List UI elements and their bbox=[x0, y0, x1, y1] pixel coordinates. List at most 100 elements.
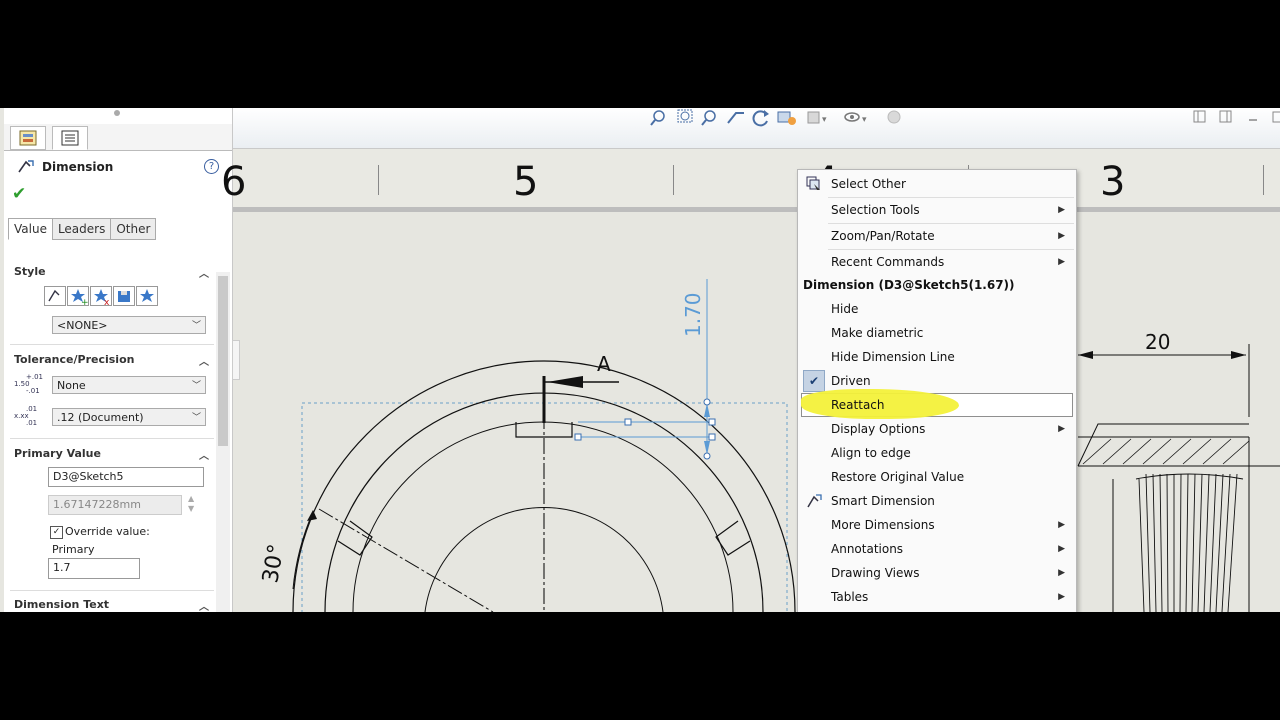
dimension-value-input: 1.67147228mm bbox=[48, 495, 182, 515]
menu-item-label: Reattach bbox=[831, 398, 885, 412]
scrollbar-thumb[interactable] bbox=[218, 276, 228, 446]
collapse-chevron-icon[interactable]: ︿ bbox=[199, 353, 209, 368]
checkmark-icon: ✔ bbox=[803, 370, 825, 392]
menu-item-hide-dimension-line[interactable]: Hide Dimension Line bbox=[798, 345, 1076, 369]
panel-scrollbar[interactable] bbox=[216, 272, 230, 612]
bore-circle[interactable] bbox=[352, 421, 734, 612]
tab-value[interactable]: Value bbox=[8, 218, 53, 240]
grip-handle[interactable] bbox=[624, 418, 632, 426]
angle-arrow bbox=[307, 510, 317, 521]
svg-text:▾: ▾ bbox=[862, 115, 867, 125]
collapse-chevron-icon[interactable]: ︿ bbox=[199, 598, 209, 612]
drawing-sheet[interactable]: 6 5 4 3 30° bbox=[221, 149, 1280, 612]
property-manager-tab[interactable] bbox=[52, 126, 88, 150]
grip-handle[interactable] bbox=[703, 452, 711, 460]
add-style-icon[interactable]: + bbox=[67, 286, 89, 306]
section-view-icon[interactable] bbox=[726, 109, 746, 127]
menu-item-label: Make diametric bbox=[831, 326, 924, 340]
grip-handle[interactable] bbox=[703, 398, 711, 406]
hide-show-icon[interactable]: ▾ bbox=[843, 109, 869, 127]
dimension-name-input[interactable]: D3@Sketch5 bbox=[48, 467, 204, 487]
selected-dimension-value[interactable]: 1.70 bbox=[681, 292, 705, 337]
view-settings-icon[interactable] bbox=[776, 109, 798, 127]
menu-item-label: Annotations bbox=[831, 542, 904, 556]
restore-icon[interactable] bbox=[1271, 110, 1280, 124]
menu-item-more-dimensions[interactable]: More Dimensions ▶ bbox=[798, 513, 1076, 537]
save-style-icon[interactable] bbox=[113, 286, 135, 306]
precision-select[interactable]: .12 (Document) ﹀ bbox=[52, 408, 206, 426]
menu-item-tables[interactable]: Tables ▶ bbox=[798, 585, 1076, 609]
menu-item-align-to-edge[interactable]: Align to edge bbox=[798, 441, 1076, 465]
menu-item-annotations[interactable]: Annotations ▶ bbox=[798, 537, 1076, 561]
apply-style-icon[interactable] bbox=[44, 286, 66, 306]
menu-item-display-options[interactable]: Display Options ▶ bbox=[798, 417, 1076, 441]
dimension-text-section-header[interactable]: Dimension Text ︿ bbox=[14, 598, 209, 612]
display-style-icon[interactable]: ▾ bbox=[805, 109, 829, 127]
angle-dimension[interactable]: 30° bbox=[258, 542, 289, 585]
tab-leaders[interactable]: Leaders bbox=[51, 218, 112, 240]
window-split-left-icon[interactable] bbox=[1193, 110, 1207, 124]
load-style-icon[interactable] bbox=[136, 286, 158, 306]
menu-item-restore-original-value[interactable]: Restore Original Value bbox=[798, 465, 1076, 489]
submenu-arrow-icon: ▶ bbox=[1058, 424, 1065, 434]
override-checkbox[interactable]: ✓ bbox=[50, 526, 63, 539]
property-list-icon bbox=[61, 130, 79, 146]
feature-manager-tab[interactable] bbox=[10, 126, 46, 150]
dimension-icon bbox=[18, 160, 34, 173]
primary-value-section-header[interactable]: Primary Value ︿ bbox=[14, 447, 209, 462]
heads-up-toolbar: ▾ ▾ bbox=[233, 108, 1280, 149]
override-label: Override value: bbox=[65, 525, 150, 538]
accept-button[interactable]: ✔ bbox=[12, 184, 26, 204]
delete-style-icon[interactable]: x bbox=[90, 286, 112, 306]
collapse-chevron-icon[interactable]: ︿ bbox=[199, 447, 209, 462]
spin-down-icon: ▼ bbox=[188, 504, 195, 513]
zoom-to-fit-icon[interactable] bbox=[650, 109, 670, 127]
select-other-icon bbox=[806, 176, 822, 192]
menu-item-make-diametric[interactable]: Make diametric bbox=[798, 321, 1076, 345]
collapse-chevron-icon[interactable]: ︿ bbox=[199, 265, 209, 280]
section-profile bbox=[1077, 423, 1249, 467]
style-section-label: Style bbox=[14, 265, 46, 278]
style-select[interactable]: <NONE> ﹀ bbox=[52, 316, 206, 334]
menu-item-smart-dimension[interactable]: Smart Dimension bbox=[798, 489, 1076, 513]
style-section-header[interactable]: Style ︿ bbox=[14, 265, 209, 280]
menu-item-label: Display Options bbox=[831, 422, 926, 436]
grip-handle[interactable] bbox=[574, 433, 582, 441]
menu-item-label: Align to edge bbox=[831, 446, 911, 460]
menu-item-selection-tools[interactable]: Selection Tools ▶ bbox=[798, 198, 1076, 222]
submenu-arrow-icon: ▶ bbox=[1058, 592, 1065, 602]
horizontal-dimension[interactable]: 20 bbox=[1145, 330, 1170, 354]
minimize-icon[interactable] bbox=[1246, 110, 1260, 124]
solidworks-window: Dimension ? ✔ Value Leaders Other Style … bbox=[0, 108, 1280, 612]
menu-item-recent-commands[interactable]: Recent Commands ▶ bbox=[798, 250, 1076, 274]
chevron-down-icon: ﹀ bbox=[191, 413, 201, 423]
panel-grip[interactable] bbox=[114, 110, 120, 116]
property-manager-tabs bbox=[4, 124, 232, 151]
submenu-arrow-icon: ▶ bbox=[1058, 544, 1065, 554]
tolerance-type-select[interactable]: None ﹀ bbox=[52, 376, 206, 394]
menu-item-select-other[interactable]: Select Other bbox=[798, 172, 1076, 196]
zoom-area-icon[interactable] bbox=[675, 109, 695, 127]
menu-item-hide[interactable]: Hide bbox=[798, 297, 1076, 321]
grip-handle[interactable] bbox=[708, 433, 716, 441]
menu-item-zoom-pan-rotate[interactable]: Zoom/Pan/Rotate ▶ bbox=[798, 224, 1076, 248]
submenu-arrow-icon: ▶ bbox=[1058, 257, 1065, 267]
precision-icon: .01 x.xx .01 bbox=[14, 405, 38, 427]
spin-up-icon: ▲ bbox=[188, 494, 195, 503]
previous-view-icon[interactable] bbox=[700, 109, 720, 127]
tab-other[interactable]: Other bbox=[110, 218, 157, 240]
grip-handle[interactable] bbox=[708, 418, 716, 426]
menu-item-label: Hide Dimension Line bbox=[831, 350, 955, 364]
menu-item-label: Selection Tools bbox=[831, 203, 920, 217]
window-split-right-icon[interactable] bbox=[1219, 110, 1233, 124]
section-label[interactable]: A bbox=[597, 352, 611, 376]
menu-item-drawing-views[interactable]: Drawing Views ▶ bbox=[798, 561, 1076, 585]
tolerance-section-header[interactable]: Tolerance/Precision ︿ bbox=[14, 353, 209, 368]
submenu-arrow-icon: ▶ bbox=[1058, 205, 1065, 215]
override-value-input[interactable]: 1.7 bbox=[48, 558, 140, 579]
help-icon[interactable]: ? bbox=[204, 159, 219, 174]
menu-item-label: Drawing Views bbox=[831, 566, 920, 580]
appearance-icon[interactable] bbox=[885, 109, 903, 127]
rotate-view-icon[interactable] bbox=[751, 109, 771, 127]
menu-item-reattach[interactable]: Reattach bbox=[798, 389, 1076, 419]
